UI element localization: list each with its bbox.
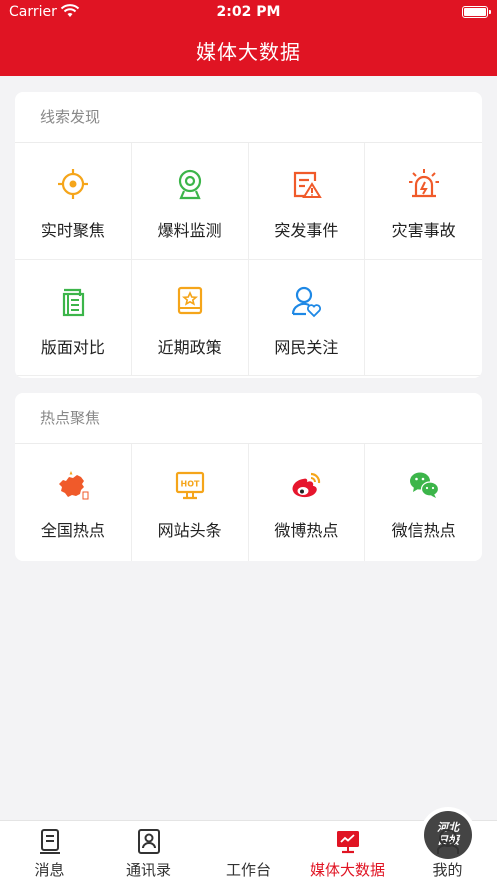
clues-grid: 实时聚焦 爆料监测 突发事件 灾害事故 版面对比 近期政策 网民关注: [15, 143, 482, 376]
message-icon: [39, 829, 60, 854]
alert-document-icon: [294, 171, 323, 198]
tab-label: 工作台: [225, 861, 271, 879]
webcam-icon: [178, 169, 201, 200]
clue-item-label: 网民关注: [274, 338, 339, 357]
clue-item-recent-policy[interactable]: 近期政策: [131, 260, 249, 376]
newspaper-icon: [62, 288, 84, 317]
clue-item-layout-compare[interactable]: 版面对比: [15, 260, 132, 376]
hotspot-item-label: 全国热点: [40, 521, 105, 540]
clue-item-label: 爆料监测: [157, 221, 222, 240]
china-map-icon: [58, 471, 89, 500]
hotspot-item-website-headlines[interactable]: HOT 网站头条: [132, 444, 249, 561]
tab-label: 消息: [34, 861, 65, 879]
profile-icon: [436, 829, 459, 854]
contacts-icon: [137, 829, 160, 854]
status-bar: Carrier 2:02 PM: [0, 0, 497, 26]
status-time: 2:02 PM: [216, 4, 281, 20]
hotspot-item-label: 微博热点: [274, 521, 339, 540]
siren-icon: [408, 169, 439, 198]
clue-item-label: 灾害事故: [391, 221, 456, 240]
clue-item-netizen-focus[interactable]: 网民关注: [248, 260, 366, 376]
policy-book-icon: [177, 286, 202, 315]
hotspot-item-wechat[interactable]: 微信热点: [365, 444, 482, 561]
hotspots-section-title: 热点聚焦: [15, 393, 482, 444]
tab-label: 媒体大数据: [309, 861, 385, 879]
weibo-icon: [292, 472, 321, 498]
crosshair-icon: [57, 169, 88, 199]
tab-messages[interactable]: 消息: [0, 821, 99, 883]
hotspots-card: 热点聚焦 全国热点 HOT 网站头条 微博热点 微信热点: [15, 393, 482, 561]
clue-item-label: 实时聚焦: [40, 221, 105, 240]
clue-item-leak-monitor[interactable]: 爆料监测: [131, 143, 249, 260]
empty-cell: [365, 260, 482, 376]
clue-item-emergency[interactable]: 突发事件: [248, 143, 366, 260]
tab-media-bigdata[interactable]: 媒体大数据: [298, 821, 397, 883]
tab-bar: 消息 通讯录 河北日报 工作台 媒体大数据 我的: [0, 807, 497, 883]
app-header: Carrier 2:02 PM 媒体大数据: [0, 0, 497, 76]
hotspots-grid: 全国热点 HOT 网站头条 微博热点 微信热点: [15, 444, 482, 561]
hotspot-item-national[interactable]: 全国热点: [15, 444, 132, 561]
wechat-icon: [409, 472, 439, 498]
tab-profile[interactable]: 我的: [398, 821, 497, 883]
clue-item-label: 突发事件: [274, 221, 339, 240]
hot-monitor-icon: HOT: [175, 471, 204, 500]
tab-label: 我的: [432, 861, 463, 879]
tab-workbench[interactable]: 河北日报 工作台: [199, 807, 476, 883]
tab-contacts[interactable]: 通讯录: [99, 821, 198, 883]
hotspot-item-label: 网站头条: [157, 521, 222, 540]
user-heart-icon: [292, 286, 322, 318]
clue-item-label: 版面对比: [40, 338, 105, 357]
svg-text:HOT: HOT: [180, 480, 199, 489]
battery-icon: [462, 6, 491, 18]
hotspot-item-weibo[interactable]: 微博热点: [249, 444, 366, 561]
page-title: 媒体大数据: [196, 40, 301, 64]
tab-label: 通讯录: [125, 861, 171, 879]
clues-section-title: 线索发现: [15, 92, 482, 143]
hotspot-item-label: 微信热点: [391, 521, 456, 540]
bigdata-monitor-icon: [336, 831, 359, 854]
clues-card: 线索发现 实时聚焦 爆料监测 突发事件 灾害事故 版面对比 近期政策 网民关注: [15, 92, 482, 378]
clue-item-disaster[interactable]: 灾害事故: [365, 143, 482, 260]
clue-item-label: 近期政策: [157, 338, 222, 357]
clue-item-realtime-focus[interactable]: 实时聚焦: [15, 143, 132, 260]
